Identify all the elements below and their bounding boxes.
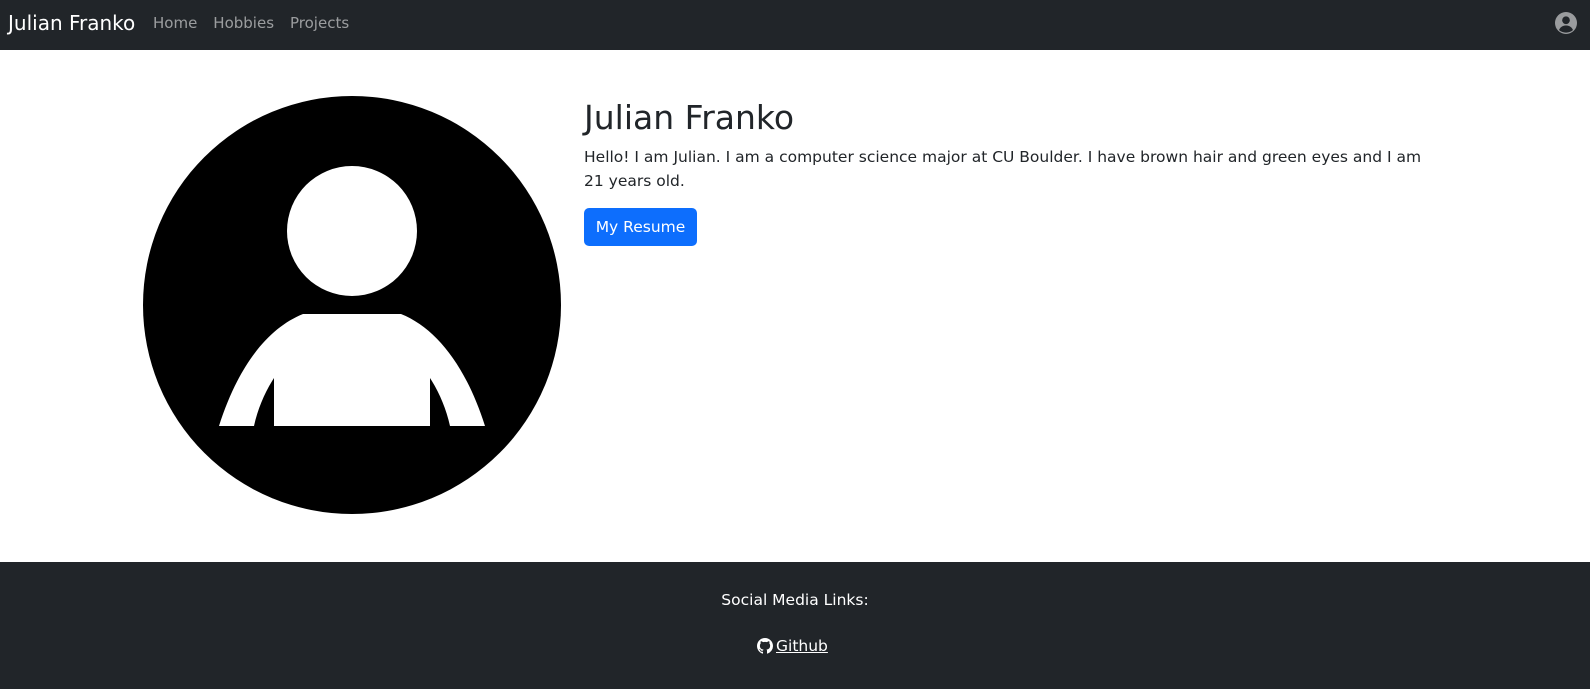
nav-links: Home Hobbies Projects (153, 13, 349, 33)
nav-link-home[interactable]: Home (153, 13, 197, 33)
github-label: Github (776, 637, 828, 655)
navbar: Julian Franko Home Hobbies Projects (0, 0, 1590, 50)
github-link[interactable]: Github (757, 635, 828, 657)
navbar-brand[interactable]: Julian Franko (8, 11, 135, 35)
github-icon (757, 638, 773, 654)
footer: Social Media Links: Github (0, 562, 1590, 689)
nav-link-projects[interactable]: Projects (290, 13, 349, 33)
person-avatar-icon (143, 96, 561, 514)
nav-link-hobbies[interactable]: Hobbies (213, 13, 274, 33)
main-content: Julian Franko Hello! I am Julian. I am a… (0, 50, 1590, 562)
footer-heading: Social Media Links: (721, 591, 869, 609)
profile-bio: Hello! I am Julian. I am a computer scie… (584, 148, 1422, 190)
person-circle-icon[interactable] (1555, 12, 1577, 34)
profile-name: Julian Franko (584, 98, 795, 137)
resume-button[interactable]: My Resume (584, 208, 697, 246)
